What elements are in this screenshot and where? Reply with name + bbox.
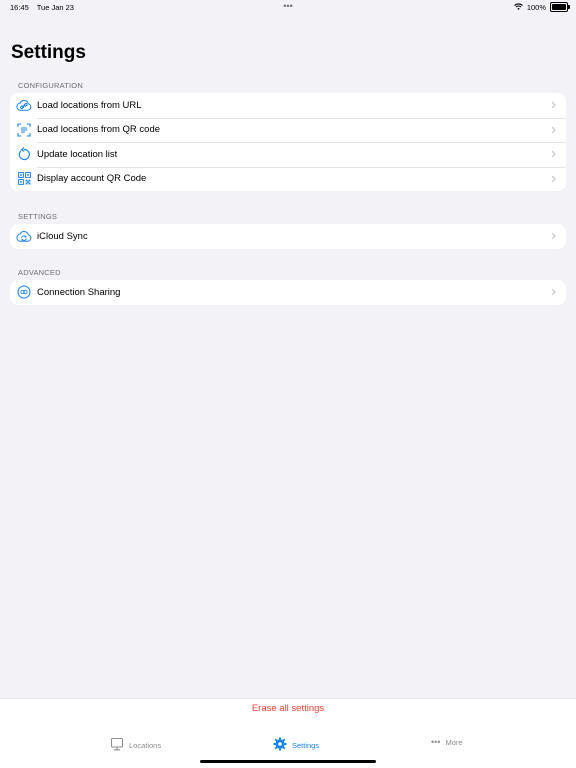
row-display-account-qr[interactable]: Display account QR Code [10,166,566,192]
battery-percent: 100% [526,2,546,12]
tab-label: Locations [129,740,162,750]
section-header-settings: SETTINGS [18,212,58,221]
row-label: iCloud Sync [37,230,88,242]
row-label: Load locations from QR code [37,124,161,136]
status-bar: 16:45 Tue Jan 23 ••• 100% [0,0,576,14]
battery-icon [550,2,570,12]
status-indicators: 100% [513,2,570,12]
wifi-icon [513,2,523,12]
status-time-date: 16:45 Tue Jan 23 [10,3,80,12]
tab-label: Settings [292,740,320,750]
section-header-advanced: ADVANCED [18,268,61,277]
row-label: Load locations from URL [37,99,142,111]
chevron-right-icon [551,232,556,240]
tab-more[interactable]: ••• More [431,737,463,747]
tab-label: More [445,737,463,747]
monitor-icon [110,737,124,753]
icloud-sync-icon [16,228,32,244]
qr-code-icon [16,171,32,187]
settings-screen: 16:45 Tue Jan 23 ••• 100% Settings CONFI… [0,0,576,768]
advanced-group: Connection Sharing [10,280,566,305]
row-label: Connection Sharing [37,286,121,298]
qr-scan-icon [16,122,32,138]
chevron-right-icon [551,101,556,109]
chevron-right-icon [551,150,556,158]
bottom-toolbar: Erase all settings Locations Settings ••… [0,698,576,768]
connection-sharing-icon [16,284,32,300]
page-title: Settings [11,42,86,63]
configuration-group: Load locations from URL Load locations f… [10,93,566,191]
row-update-location-list[interactable]: Update location list [10,142,566,167]
battery-fill [552,4,566,10]
gear-icon [273,737,287,753]
multitasking-dots-icon[interactable]: ••• [283,1,292,11]
row-icloud-sync[interactable]: iCloud Sync [10,224,566,249]
tab-bar: Locations Settings ••• More [0,737,576,757]
row-connection-sharing[interactable]: Connection Sharing [10,280,566,305]
chevron-right-icon [551,288,556,296]
section-header-configuration: CONFIGURATION [18,81,83,90]
erase-all-settings-button[interactable]: Erase all settings [0,703,576,714]
settings-group: iCloud Sync [10,224,566,249]
row-load-locations-qr[interactable]: Load locations from QR code [10,117,566,143]
home-indicator [200,760,376,763]
status-time: 16:45 [10,3,29,12]
link-icon [16,97,32,113]
row-load-locations-url[interactable]: Load locations from URL [10,93,566,118]
tab-locations[interactable]: Locations [110,737,161,753]
row-label: Update location list [37,148,118,160]
tab-settings[interactable]: Settings [273,737,319,753]
refresh-icon [16,146,32,162]
chevron-right-icon [551,175,556,183]
status-date: Tue Jan 23 [36,3,74,12]
row-label: Display account QR Code [37,173,147,185]
chevron-right-icon [551,126,556,134]
ellipsis-icon: ••• [431,737,441,747]
